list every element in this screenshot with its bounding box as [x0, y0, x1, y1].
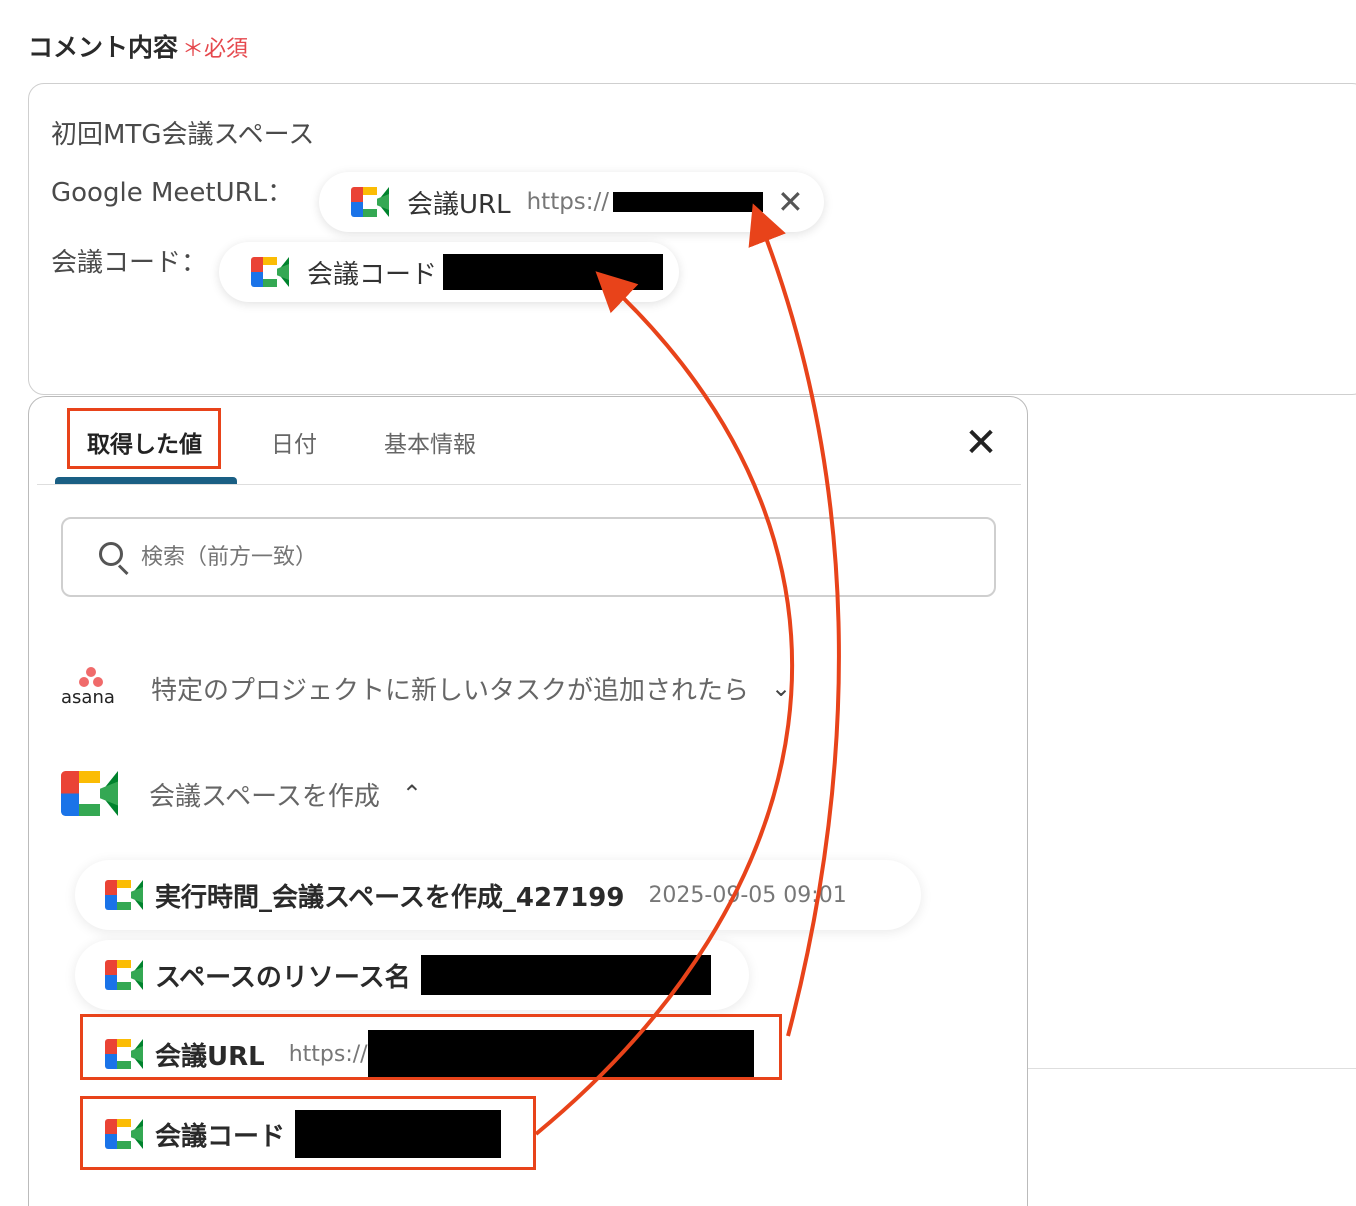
highlight-box-code [80, 1096, 536, 1170]
editor-line-code-label: 会議コード： [51, 248, 208, 278]
google-meet-logo-wrap [61, 771, 119, 817]
tab-date[interactable]: 日付 [271, 425, 317, 459]
google-meet-icon [105, 960, 143, 990]
chip-code-label: 会議コード [307, 259, 438, 290]
redacted-block [443, 254, 664, 290]
list-item-exec-time[interactable]: 実行時間_会議スペースを作成_427199 2025-09-05 09:01 [75, 860, 921, 930]
search-icon [99, 542, 129, 576]
search-box[interactable] [61, 517, 996, 597]
section-title: 特定のプロジェクトに新しいタスクが追加されたら [151, 675, 750, 706]
required-mark: ＊必須 [182, 37, 249, 62]
google-meet-icon [351, 187, 389, 217]
tab-basic-info[interactable]: 基本情報 [384, 425, 476, 459]
close-icon[interactable]: ✕ [961, 423, 1001, 465]
list-item-label: スペースのリソース名 [155, 962, 411, 993]
editor-line-url-label: Google MeetURL： [51, 178, 294, 208]
redacted-block [420, 955, 711, 995]
field-label: コメント内容 ＊必須 [28, 28, 248, 64]
google-meet-icon [105, 880, 143, 910]
search-input[interactable] [141, 544, 841, 570]
divider-line [1028, 1068, 1356, 1069]
chip-meeting-url[interactable]: 会議URL https:// ✕ [319, 172, 824, 232]
google-meet-icon [251, 257, 289, 287]
highlight-box-url [80, 1014, 782, 1080]
list-item-resource-name[interactable]: スペースのリソース名 [75, 940, 749, 1010]
tabs-divider [37, 484, 1021, 485]
google-meet-icon [61, 771, 118, 816]
chip-url-label: 会議URL [407, 189, 511, 220]
value-picker-panel: 取得した値 日付 基本情報 ✕ asana 特定のプロジェクトに新しいタスクが追… [28, 396, 1028, 1206]
list-item-value: 2025-09-05 09:01 [648, 882, 847, 908]
section-meet-create-space[interactable]: 会議スペースを作成 ⌃ [61, 771, 422, 817]
section-title: 会議スペースを作成 [149, 781, 380, 812]
close-icon[interactable]: ✕ [777, 183, 804, 221]
comment-editor[interactable]: 初回MTG会議スペース Google MeetURL： 会議コード： 会議URL… [28, 83, 1356, 395]
list-item-label: 実行時間_会議スペースを作成_427199 [155, 882, 625, 913]
editor-line-title: 初回MTG会議スペース [51, 120, 315, 150]
section-asana-trigger[interactable]: asana 特定のプロジェクトに新しいタスクが追加されたら ⌄ [61, 665, 791, 711]
chevron-down-icon[interactable]: ⌄ [771, 674, 791, 702]
field-label-text: コメント内容 [28, 33, 179, 62]
chip-meeting-code[interactable]: 会議コード [219, 242, 680, 302]
redacted-block [613, 192, 764, 212]
asana-logo: asana [61, 665, 123, 711]
highlight-box-tab [67, 408, 221, 469]
chip-url-value: https:// [526, 189, 610, 215]
chevron-up-icon[interactable]: ⌃ [402, 780, 422, 808]
